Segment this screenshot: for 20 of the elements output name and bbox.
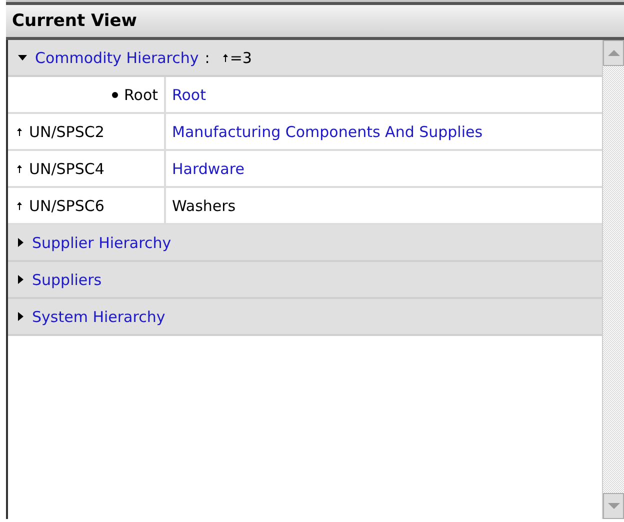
expand-triangle-icon[interactable] xyxy=(18,238,24,247)
separator-label: : xyxy=(204,48,210,66)
level-label: UN/SPSC4 xyxy=(29,160,104,178)
level-label: Root xyxy=(124,86,158,104)
up-arrow-icon xyxy=(222,52,229,62)
value-link[interactable]: Root xyxy=(172,82,206,106)
section-link[interactable]: Supplier Hierarchy xyxy=(32,234,172,252)
level-label: UN/SPSC6 xyxy=(29,196,104,214)
panel-title: Current View xyxy=(6,2,624,40)
filter-label: =3 xyxy=(230,48,252,66)
section-link[interactable]: Commodity Hierarchy xyxy=(35,48,199,66)
expand-triangle-icon[interactable] xyxy=(18,275,24,284)
section-link[interactable]: System Hierarchy xyxy=(32,308,166,326)
value-link[interactable]: Manufacturing Components And Supplies xyxy=(172,120,483,144)
level-label: UN/SPSC2 xyxy=(29,122,104,140)
collapse-triangle-icon[interactable] xyxy=(18,54,27,60)
section-link[interactable]: Suppliers xyxy=(32,270,102,288)
value-label: Washers xyxy=(172,196,236,216)
value-link[interactable]: Hardware xyxy=(172,156,244,180)
expand-triangle-icon[interactable] xyxy=(18,312,24,321)
